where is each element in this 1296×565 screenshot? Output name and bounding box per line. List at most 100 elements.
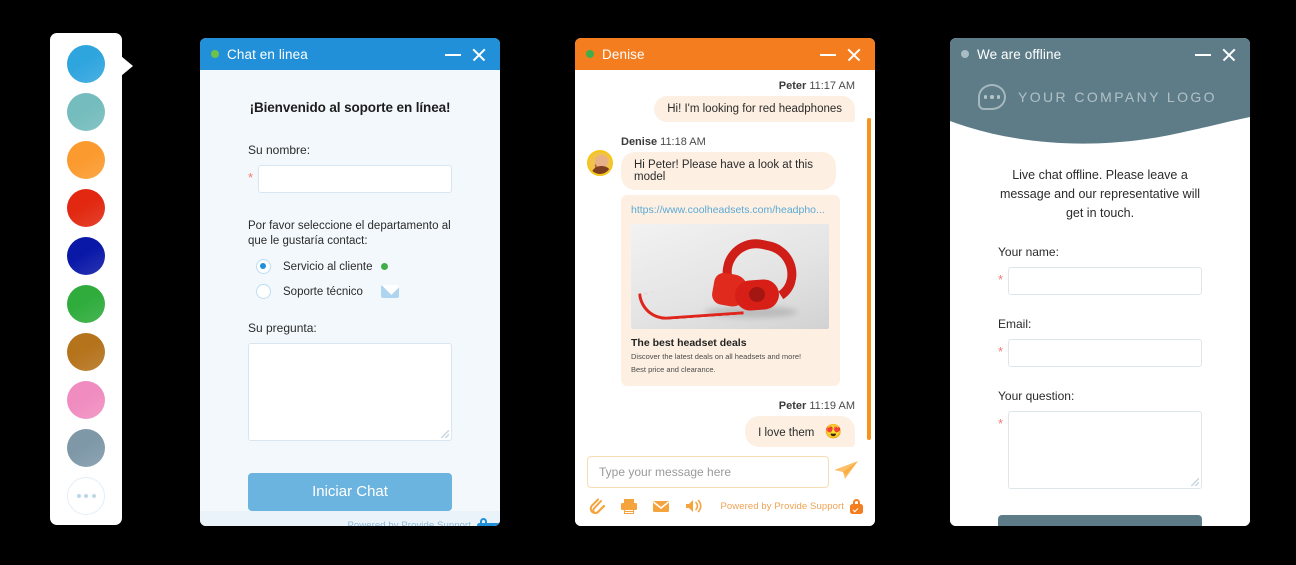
chat-tools: Powered by Provide Support <box>575 488 875 517</box>
start-chat-button[interactable]: Iniciar Chat <box>248 473 452 511</box>
message-time: 11:18 AM <box>660 136 706 148</box>
preview-title: The best headset deals <box>631 337 747 349</box>
offline-window: We are offline YOUR COMPANY LOGO Live ch… <box>950 38 1250 526</box>
name-field-row: * <box>248 165 452 193</box>
swatch-slate[interactable] <box>67 429 105 467</box>
name-input[interactable] <box>258 165 452 193</box>
required-asterisk: * <box>998 344 1004 359</box>
message-sender: Peter <box>778 80 807 92</box>
chat-transcript[interactable]: Peter 11:17 AM Hi! I'm looking for red h… <box>575 70 875 451</box>
swatch-brown[interactable] <box>67 333 105 371</box>
message-text: Hi Peter! Please have a look at this mod… <box>621 152 836 190</box>
color-theme-palette[interactable] <box>50 33 133 525</box>
message-meta: Peter 11:19 AM <box>587 400 861 412</box>
minimize-icon[interactable] <box>442 43 464 65</box>
livechat-window: Denise Peter 11:17 AM Hi! I'm looking fo… <box>575 38 875 526</box>
resize-grip-icon[interactable] <box>1191 478 1199 486</box>
sound-icon[interactable] <box>683 496 711 516</box>
option-label: Soporte técnico <box>283 285 363 298</box>
email-icon[interactable] <box>651 496 679 516</box>
transcript-scrollbar[interactable] <box>867 118 871 440</box>
chat-message: Peter 11:19 AM I love them 😍 <box>587 400 861 447</box>
minimize-icon[interactable] <box>817 43 839 65</box>
swatch-navy[interactable] <box>67 237 105 275</box>
send-icon[interactable] <box>829 458 863 487</box>
department-option-tech-support[interactable]: Soporte técnico <box>248 284 452 299</box>
option-label: Servicio al cliente <box>283 260 373 273</box>
prechat-title: Chat en linea <box>227 46 308 62</box>
question-label: Su pregunta: <box>248 321 317 335</box>
department-option-customer-service[interactable]: Servicio al cliente <box>248 259 452 274</box>
prechat-greeting: ¡Bienvenido al soporte en línea! <box>249 100 451 115</box>
name-input[interactable] <box>1008 267 1202 295</box>
swatch-red[interactable] <box>67 189 105 227</box>
close-icon[interactable] <box>843 43 865 65</box>
minimize-icon[interactable] <box>1192 43 1214 65</box>
prechat-window: Chat en linea ¡Bienvenido al soporte en … <box>200 38 500 526</box>
offline-message: Live chat offline. Please leave a messag… <box>999 168 1201 220</box>
name-label: Your name: <box>998 245 1059 259</box>
palette-pointer <box>121 56 133 76</box>
message-text: Hi! I'm looking for red headphones <box>654 96 855 122</box>
message-input[interactable]: Type your message here <box>587 456 829 489</box>
swatch-blue[interactable] <box>67 45 105 83</box>
online-status-dot <box>586 50 594 58</box>
required-asterisk: * <box>248 170 254 185</box>
message-meta: Denise 11:18 AM <box>621 136 861 148</box>
message-text: I love them <box>758 427 815 439</box>
livechat-titlebar: Denise <box>575 38 875 70</box>
attachment-icon[interactable] <box>587 496 615 516</box>
offline-status-dot <box>961 50 969 58</box>
question-textarea[interactable] <box>248 343 452 441</box>
powered-by-label: Powered by Provide Support <box>720 500 844 512</box>
swatch-green[interactable] <box>67 285 105 323</box>
secure-lock-icon <box>477 518 500 526</box>
radio-icon-selected[interactable] <box>256 259 271 274</box>
company-logo-banner: YOUR COMPANY LOGO <box>950 70 1250 148</box>
avatar <box>587 150 613 176</box>
message-time: 11:19 AM <box>809 400 855 412</box>
more-colors-icon[interactable] <box>67 477 105 515</box>
online-status-dot <box>211 50 219 58</box>
message-sender: Denise <box>621 136 658 148</box>
leave-message-button[interactable]: Leave a message <box>998 515 1202 526</box>
prechat-titlebar: Chat en linea <box>200 38 500 70</box>
question-label: Your question: <box>998 389 1075 403</box>
chat-message: Denise 11:18 AM Hi Peter! Please have a … <box>587 136 861 386</box>
swatch-pink[interactable] <box>67 381 105 419</box>
message-meta: Peter 11:17 AM <box>587 80 861 92</box>
preview-link[interactable]: https://www.coolheadsets.com/headpho... <box>631 204 830 216</box>
resize-grip-icon[interactable] <box>441 430 449 438</box>
message-time: 11:17 AM <box>809 80 855 92</box>
secure-lock-icon <box>850 498 863 514</box>
message-input-placeholder: Type your message here <box>599 465 732 480</box>
screenshot-stage: Chat en linea ¡Bienvenido al soporte en … <box>0 0 1296 565</box>
chat-message: Peter 11:17 AM Hi! I'm looking for red h… <box>587 80 861 122</box>
swatch-teal[interactable] <box>67 93 105 131</box>
preview-desc-line1: Discover the latest deals on all headset… <box>631 352 802 361</box>
close-icon[interactable] <box>468 43 490 65</box>
link-preview-card[interactable]: https://www.coolheadsets.com/headpho... … <box>621 195 840 386</box>
email-input[interactable] <box>1008 339 1202 367</box>
name-label: Su nombre: <box>248 143 311 157</box>
question-textarea[interactable] <box>1008 411 1202 489</box>
prechat-body: ¡Bienvenido al soporte en línea! Su nomb… <box>200 70 500 511</box>
envelope-icon <box>380 285 399 298</box>
email-field-row: * <box>998 339 1202 367</box>
offline-titlebar: We are offline <box>950 38 1250 70</box>
chat-bubble-logo-icon <box>978 84 1006 110</box>
livechat-title: Denise <box>602 46 645 62</box>
required-asterisk: * <box>998 416 1004 431</box>
print-icon[interactable] <box>619 496 647 516</box>
powered-by-label: Powered by Provide Support <box>347 520 471 526</box>
radio-icon[interactable] <box>256 284 271 299</box>
swatch-orange[interactable] <box>67 141 105 179</box>
wave-divider <box>950 117 1250 148</box>
preview-desc-line2: Best price and clearance. <box>631 365 716 374</box>
name-field-row: * <box>998 267 1202 295</box>
question-field-row: * <box>998 411 1202 489</box>
red-headphones-photo <box>631 224 829 329</box>
company-logo-text: YOUR COMPANY LOGO <box>1018 89 1217 105</box>
close-icon[interactable] <box>1218 43 1240 65</box>
offline-title: We are offline <box>977 46 1062 62</box>
